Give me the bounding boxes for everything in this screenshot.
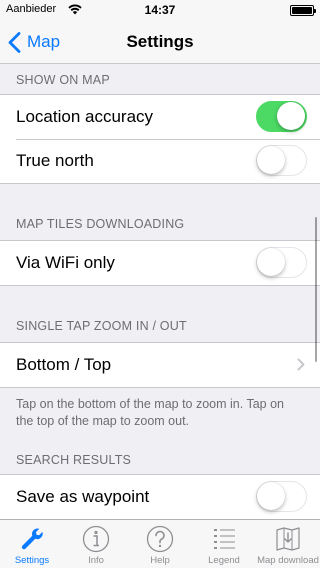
tab-label: Legend	[208, 555, 240, 566]
row-label: Bottom / Top	[16, 355, 112, 374]
section-header-single-tap-zoom: SINGLE TAP ZOOM IN / OUT	[16, 319, 187, 333]
tab-label: Settings	[14, 555, 50, 566]
group-search-results: Save as waypoint	[0, 474, 320, 519]
tab-label: Help	[150, 555, 170, 566]
group-map-tiles: Via WiFi only	[0, 240, 320, 286]
tab-label: Map download	[257, 555, 319, 566]
page-title: Settings	[126, 32, 194, 51]
section-header-show-on-map: SHOW ON MAP	[16, 73, 110, 87]
tab-bar: Settings Info Help Legend Map download	[0, 519, 320, 568]
zoom-footer-text: Tap on the bottom of the map to zoom in.…	[16, 397, 284, 428]
wrench-icon	[21, 528, 43, 550]
map-download-icon	[276, 527, 300, 551]
group-show-on-map: Location accuracy True north	[0, 94, 320, 184]
tab-legend[interactable]: Legend	[192, 520, 256, 568]
tab-label: Info	[88, 555, 104, 566]
section-header-map-tiles: MAP TILES DOWNLOADING	[16, 217, 185, 231]
row-bottom-top[interactable]: Bottom / Top	[0, 343, 320, 387]
row-save-as-waypoint: Save as waypoint	[0, 475, 320, 519]
row-via-wifi-only: Via WiFi only	[0, 241, 320, 285]
via-wifi-only-toggle[interactable]	[256, 247, 307, 278]
row-location-accuracy: Location accuracy	[0, 95, 320, 139]
navigation-bar: Map Settings	[0, 20, 320, 64]
save-as-waypoint-toggle[interactable]	[256, 481, 307, 512]
battery-icon	[290, 5, 316, 16]
row-true-north: True north	[0, 139, 320, 183]
location-accuracy-toggle[interactable]	[256, 101, 307, 132]
section-header-search-results: SEARCH RESULTS	[16, 453, 132, 467]
tab-info[interactable]: Info	[64, 520, 128, 568]
settings-list[interactable]: SHOW ON MAP Location accuracy True north…	[0, 64, 320, 519]
help-icon	[146, 525, 174, 553]
tab-settings[interactable]: Settings	[0, 520, 64, 568]
list-icon	[214, 529, 235, 549]
status-bar: Aanbieder 14:37	[0, 0, 320, 20]
chevron-right-icon	[297, 358, 305, 371]
tab-map-download[interactable]: Map download	[256, 520, 320, 568]
true-north-toggle[interactable]	[256, 145, 307, 176]
scroll-indicator[interactable]	[314, 217, 317, 362]
tab-help[interactable]: Help	[128, 520, 192, 568]
group-single-tap-zoom: Bottom / Top	[0, 342, 320, 388]
info-icon	[82, 525, 110, 553]
status-time: 14:37	[144, 3, 176, 17]
